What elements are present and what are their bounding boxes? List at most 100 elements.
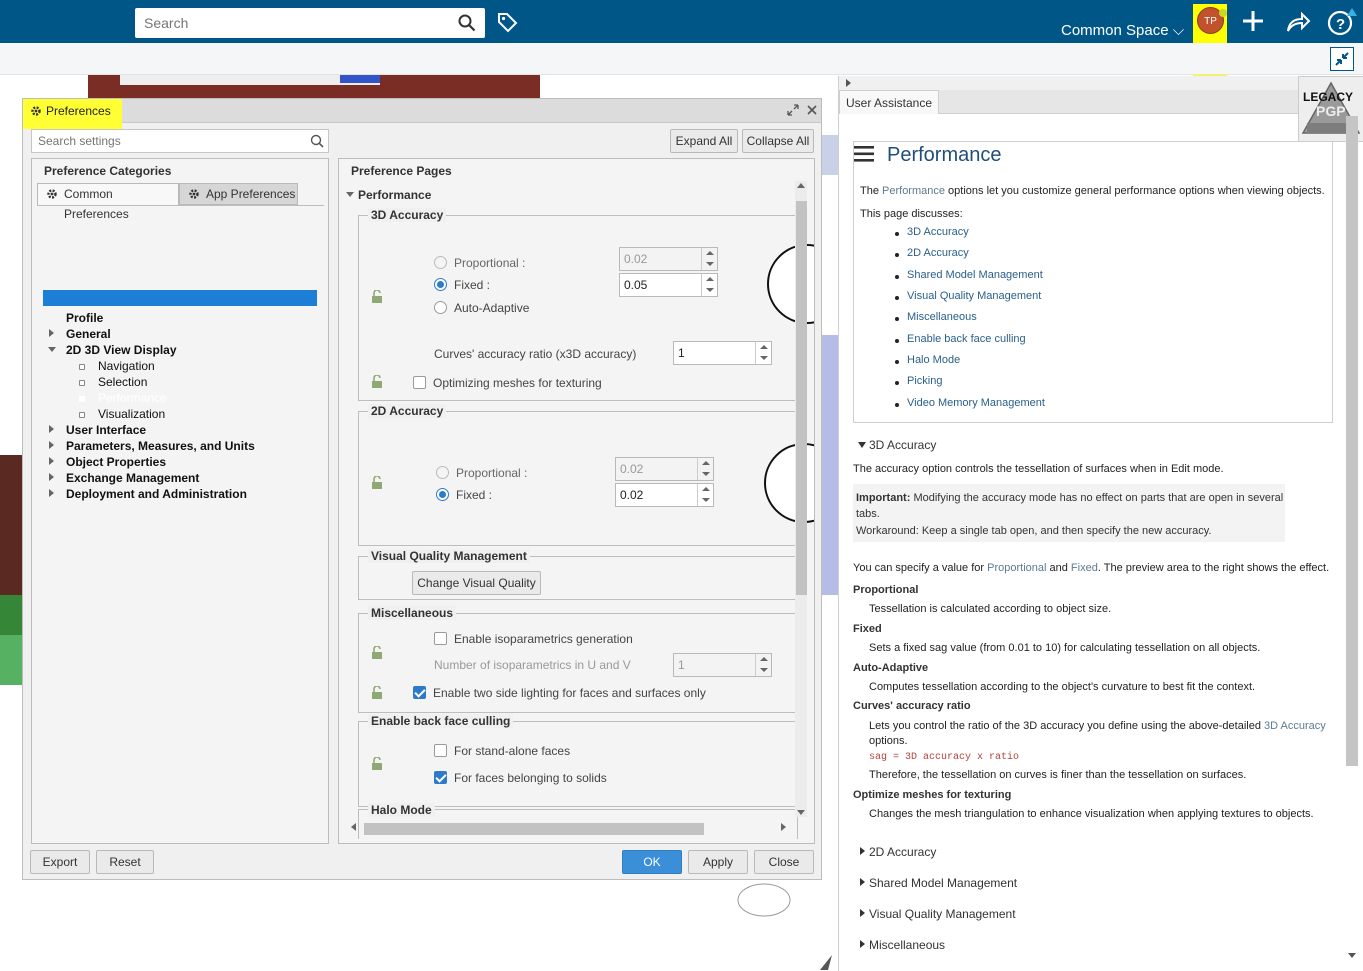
proportional-value-2d[interactable]: 0.02 [615, 457, 714, 481]
lock-icon[interactable] [370, 757, 386, 771]
tree-item-parameters[interactable]: Parameters, Measures, and Units [66, 439, 255, 453]
space-selector[interactable]: Common Space ⌵ [1061, 22, 1184, 39]
maximize-icon[interactable] [787, 104, 799, 116]
auto-adaptive-radio[interactable] [434, 301, 447, 314]
link-halo-mode[interactable]: Halo Mode [907, 354, 960, 366]
link-3d-accuracy[interactable]: 3D Accuracy [907, 226, 969, 238]
tree-item-object-properties[interactable]: Object Properties [66, 455, 166, 469]
gear-icon [47, 189, 57, 199]
expand-arrow-icon[interactable] [860, 909, 865, 917]
expand-arrow-icon[interactable] [860, 847, 865, 855]
expand-arrow-icon[interactable] [49, 489, 54, 497]
expand-arrow-icon[interactable] [49, 425, 54, 433]
collapse-all-button[interactable]: Collapse All [742, 129, 814, 153]
plus-icon[interactable] [1241, 9, 1265, 33]
global-search-input[interactable] [135, 8, 435, 38]
scroll-right-icon[interactable] [781, 823, 786, 831]
lock-icon[interactable] [370, 646, 386, 660]
collapse-arrow-icon[interactable] [346, 192, 354, 197]
standalone-faces-checkbox[interactable] [434, 744, 447, 757]
section-visual-quality-heading[interactable]: Visual Quality Management [869, 907, 1016, 921]
expand-arrow-icon[interactable] [49, 457, 54, 465]
link-visual-quality[interactable]: Visual Quality Management [907, 290, 1041, 302]
collapse-arrow-icon[interactable] [858, 442, 866, 448]
proportional-value-3d[interactable]: 0.02 [619, 247, 718, 271]
iso-number-value[interactable]: 1 [673, 653, 772, 677]
expand-arrow-icon[interactable] [49, 329, 54, 337]
proportional-radio-2d[interactable] [436, 466, 449, 479]
two-side-lighting-checkbox[interactable] [413, 686, 426, 699]
reset-button[interactable]: Reset [96, 850, 154, 874]
section-2d-accuracy-heading[interactable]: 2D Accuracy [869, 845, 936, 859]
dialog-title-bar[interactable] [23, 99, 821, 123]
tree-item-exchange-management[interactable]: Exchange Management [66, 471, 199, 485]
expand-arrow-icon[interactable] [860, 940, 865, 948]
section-3d-accuracy-heading[interactable]: 3D Accuracy [869, 438, 936, 452]
search-icon[interactable] [310, 134, 324, 148]
proportional-radio[interactable] [434, 256, 447, 269]
tree-item-deployment[interactable]: Deployment and Administration [66, 487, 247, 501]
tab-app-preferences[interactable]: App Preferences [179, 183, 298, 205]
lock-icon[interactable] [370, 686, 386, 700]
tree-item-performance[interactable]: Performance [98, 391, 167, 405]
tree-item-selection[interactable]: Selection [98, 375, 147, 389]
expand-arrow-icon[interactable] [49, 473, 54, 481]
link-back-face[interactable]: Enable back face culling [907, 333, 1026, 345]
search-icon[interactable] [458, 14, 476, 32]
scroll-left-icon[interactable] [351, 823, 356, 831]
close-button[interactable]: Close [754, 850, 814, 874]
scroll-down-icon[interactable] [797, 810, 805, 815]
settings-search[interactable] [31, 129, 329, 153]
link-2d-accuracy[interactable]: 2D Accuracy [907, 247, 969, 259]
fixed-value-2d[interactable]: 0.02 [615, 483, 714, 507]
global-search[interactable] [135, 8, 485, 38]
ok-button[interactable]: OK [622, 850, 682, 874]
lock-icon[interactable] [370, 476, 386, 490]
collapse-arrow-icon[interactable] [48, 347, 56, 352]
link-shared-model[interactable]: Shared Model Management [907, 269, 1043, 281]
link-miscellaneous[interactable]: Miscellaneous [907, 311, 977, 323]
fixed-radio[interactable] [434, 278, 447, 291]
assistance-scrollbar[interactable] [1346, 116, 1358, 766]
close-icon[interactable] [806, 104, 818, 116]
isoparametrics-checkbox[interactable] [434, 632, 447, 645]
solid-faces-checkbox[interactable] [434, 771, 447, 784]
share-icon[interactable] [1285, 11, 1311, 33]
lock-icon[interactable] [370, 375, 386, 389]
intro-text: The Performance options let you customiz… [860, 185, 1325, 197]
bullet-icon [895, 232, 899, 236]
section-miscellaneous-heading[interactable]: Miscellaneous [869, 938, 945, 952]
expand-arrow-icon[interactable] [49, 441, 54, 449]
tab-user-assistance[interactable]: User Assistance [839, 90, 940, 114]
tree-item-profile[interactable]: Profile [66, 311, 103, 325]
curves-ratio-value[interactable]: 1 [673, 341, 772, 365]
export-button[interactable]: Export [30, 850, 90, 874]
collapse-icon[interactable] [1330, 47, 1354, 71]
tree-item-visualization[interactable]: Visualization [98, 407, 165, 421]
apply-button[interactable]: Apply [688, 850, 748, 874]
tree-item-navigation[interactable]: Navigation [98, 359, 155, 373]
scroll-up-icon[interactable] [797, 183, 805, 188]
change-visual-quality-button[interactable]: Change Visual Quality [412, 571, 541, 595]
tree-item-2d-3d-view-display[interactable]: 2D 3D View Display [66, 343, 177, 357]
link-picking[interactable]: Picking [907, 375, 942, 387]
lock-icon[interactable] [370, 290, 386, 304]
vertical-scrollbar-thumb[interactable] [796, 201, 807, 595]
expand-arrow-icon[interactable] [860, 878, 865, 886]
tag-icon[interactable] [496, 11, 518, 33]
help-icon[interactable]: ? [1327, 8, 1357, 36]
tree-item-user-interface[interactable]: User Interface [66, 423, 146, 437]
fixed-value-3d[interactable]: 0.05 [619, 273, 718, 297]
fixed-radio-2d[interactable] [436, 488, 449, 501]
tree-item-general[interactable]: General [66, 327, 111, 341]
optimize-meshes-checkbox[interactable] [413, 376, 426, 389]
settings-search-input[interactable] [32, 130, 302, 152]
menu-icon[interactable] [854, 145, 874, 163]
chevron-right-icon[interactable] [846, 79, 851, 87]
expand-all-button[interactable]: Expand All [670, 129, 738, 153]
link-video-memory[interactable]: Video Memory Management [907, 397, 1045, 409]
scroll-down-icon[interactable] [1348, 953, 1356, 958]
tab-common-preferences[interactable]: Common Preferences [37, 183, 179, 221]
horizontal-scrollbar-thumb[interactable] [364, 823, 704, 835]
section-shared-model-heading[interactable]: Shared Model Management [869, 876, 1017, 890]
